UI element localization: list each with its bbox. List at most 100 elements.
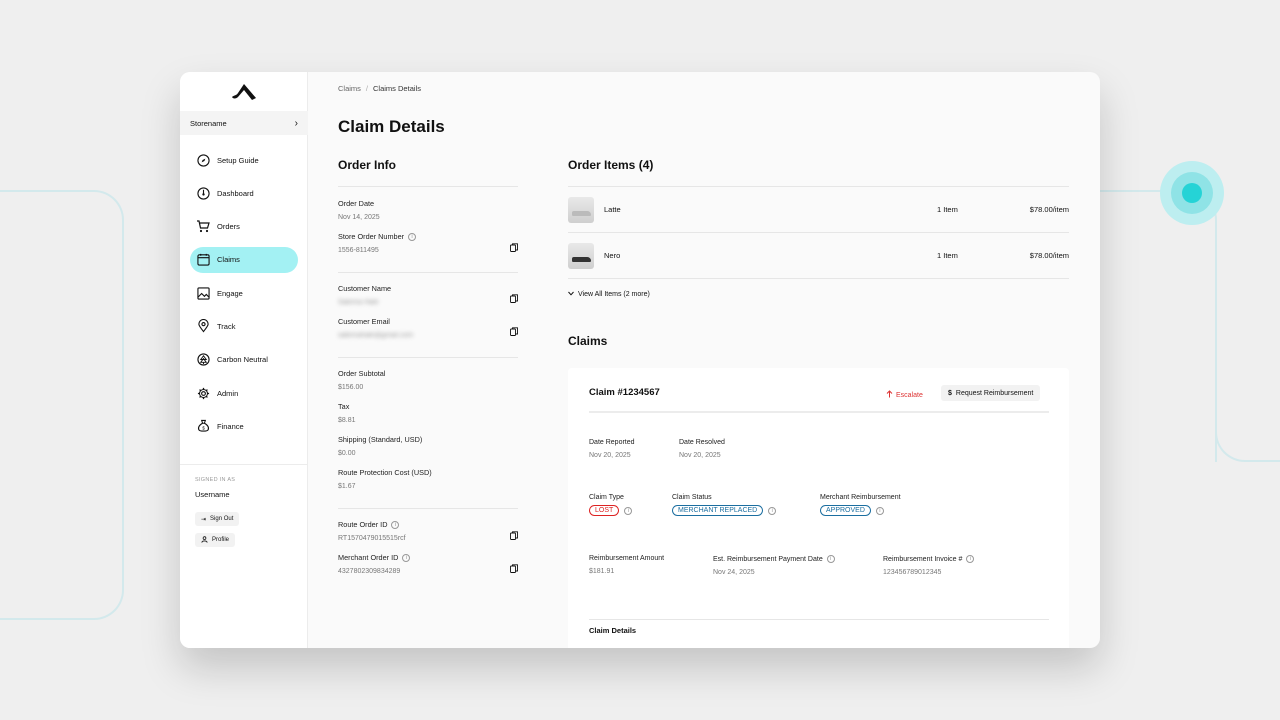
item-quantity: 1 Item [937, 205, 958, 214]
product-thumbnail [568, 242, 594, 269]
info-icon[interactable]: i [408, 232, 417, 241]
sidebar-item-label: Track [217, 321, 236, 331]
shipping-label: Shipping (Standard, USD) [338, 435, 423, 444]
cart-icon [196, 220, 210, 234]
copy-icon[interactable] [510, 531, 518, 540]
reimbursement-invoice-label-text: Reimbursement Invoice # [883, 555, 963, 563]
sidebar-item-track[interactable]: Track [190, 313, 298, 339]
route-order-id-value: RT1570479015515rcf [338, 535, 406, 542]
request-reimbursement-button[interactable]: $ Request Reimbursement [941, 385, 1041, 401]
breadcrumb-claims-link[interactable]: Claims [338, 84, 361, 93]
sidebar-item-label: Finance [217, 421, 244, 431]
sidebar-item-label: Claims [217, 255, 240, 265]
est-payment-date-field: Est. Reimbursement Payment Date i Nov 24… [713, 555, 835, 576]
date-reported-value: Nov 20, 2025 [589, 452, 631, 459]
customer-name-value: Sabrina Hale [338, 299, 379, 306]
order-subtotal-value: $156.00 [338, 384, 364, 391]
profile-button[interactable]: Profile [195, 533, 236, 547]
copy-icon[interactable] [510, 243, 518, 252]
store-name: Storename [190, 118, 227, 128]
sidebar-item-label: Dashboard [217, 188, 254, 198]
date-resolved-value: Nov 20, 2025 [679, 452, 721, 459]
customer-email-field: Customer Email sabrinahale@gmail.com [338, 317, 518, 339]
breadcrumb-current: Claims Details [373, 84, 421, 93]
sidebar-item-admin[interactable]: Admin [190, 380, 298, 406]
reimbursement-amount-field: Reimbursement Amount $181.91 [589, 555, 664, 575]
route-order-id-label-text: Route Order ID [338, 520, 388, 529]
claim-card: Claim #1234567 Escalate $ Request Reimbu… [568, 368, 1069, 648]
breadcrumb-separator: / [365, 84, 369, 93]
merchant-reimbursement-field: Merchant Reimbursement APPROVED i [820, 494, 901, 516]
merchant-reimbursement-badge: APPROVED [820, 505, 871, 516]
divider [338, 508, 518, 509]
sidebar-item-orders[interactable]: Orders [190, 214, 298, 240]
sign-out-button[interactable]: ⇥ Sign Out [195, 512, 240, 526]
sidebar-item-claims[interactable]: Claims [190, 246, 298, 273]
divider [589, 411, 1049, 413]
divider [589, 619, 1049, 620]
reimbursement-invoice-field: Reimbursement Invoice # i 12345678901234… [883, 555, 975, 576]
sidebar-item-finance[interactable]: $ Finance [190, 413, 298, 439]
view-all-items-button[interactable]: View All Items (2 more) [568, 291, 1069, 298]
claims-title: Claims [568, 334, 608, 348]
brand-logo-icon[interactable] [232, 84, 256, 100]
est-payment-date-label-text: Est. Reimbursement Payment Date [713, 555, 823, 563]
list-item[interactable]: Nero 1 Item $78.00/item [568, 233, 1069, 279]
view-all-items-label: View All Items (2 more) [578, 291, 650, 298]
sidebar-divider [180, 464, 308, 465]
merchant-reimbursement-label: Merchant Reimbursement [820, 494, 901, 501]
sidebar: Storename › Setup Guide Dashboard Orders… [180, 72, 308, 648]
item-name: Nero [604, 251, 621, 260]
shipping-field: Shipping (Standard, USD) $0.00 [338, 435, 518, 457]
sidebar-item-carbon-neutral[interactable]: Carbon Neutral [190, 347, 298, 373]
info-icon[interactable]: i [624, 506, 633, 515]
store-order-number-value: 1556-811495 [338, 247, 379, 254]
route-protection-cost-value: $1.67 [338, 483, 356, 490]
order-info-section: Order Info Order Date Nov 14, 2025 Store… [338, 158, 518, 575]
money-bag-icon: $ [196, 419, 210, 433]
date-resolved-label: Date Resolved [679, 439, 725, 446]
info-icon[interactable]: i [875, 506, 884, 515]
sidebar-item-engage[interactable]: Engage [190, 280, 298, 306]
order-date-label: Order Date [338, 199, 375, 208]
info-icon[interactable]: i [402, 553, 411, 562]
shipping-value: $0.00 [338, 450, 356, 457]
gauge-icon [196, 186, 210, 200]
background-line-left [0, 190, 124, 620]
chevron-down-icon [568, 291, 574, 298]
list-item[interactable]: Latte 1 Item $78.00/item [568, 187, 1069, 233]
item-quantity: 1 Item [937, 251, 958, 260]
signed-in-label: SIGNED IN AS [195, 477, 236, 483]
divider [338, 186, 518, 187]
claim-status-field: Claim Status MERCHANT REPLACED i [672, 494, 777, 516]
store-switcher[interactable]: Storename › [180, 111, 308, 135]
order-date-value: Nov 14, 2025 [338, 214, 380, 221]
item-name: Latte [604, 205, 621, 214]
dollar-icon: $ [948, 389, 952, 397]
info-icon[interactable]: i [826, 555, 835, 563]
claim-details-heading: Claim Details [589, 626, 637, 635]
route-protection-cost-label: Route Protection Cost (USD) [338, 468, 432, 477]
sidebar-item-setup-guide[interactable]: Setup Guide [190, 147, 298, 173]
copy-icon[interactable] [510, 294, 518, 303]
escalate-button[interactable]: Escalate [886, 390, 923, 400]
item-price: $78.00/item [1029, 251, 1069, 260]
merchant-order-id-label-text: Merchant Order ID [338, 553, 399, 562]
reimbursement-invoice-label: Reimbursement Invoice # i [883, 555, 975, 563]
route-order-id-label: Route Order ID i [338, 520, 518, 529]
route-order-id-field: Route Order ID i RT1570479015515rcf [338, 520, 518, 542]
info-icon[interactable]: i [966, 555, 975, 563]
product-thumbnail [568, 196, 594, 223]
copy-icon[interactable] [510, 564, 518, 573]
svg-text:$: $ [202, 426, 205, 431]
breadcrumb: Claims / Claims Details [338, 84, 421, 93]
info-icon[interactable]: i [391, 520, 400, 529]
page-title: Claim Details [338, 117, 445, 136]
sidebar-item-label: Carbon Neutral [217, 355, 268, 365]
arrow-up-icon [886, 390, 893, 400]
date-reported-label: Date Reported [589, 439, 635, 446]
sidebar-item-dashboard[interactable]: Dashboard [190, 180, 298, 206]
background-line-right [1100, 190, 1217, 462]
copy-icon[interactable] [510, 327, 518, 336]
info-icon[interactable]: i [768, 506, 777, 515]
